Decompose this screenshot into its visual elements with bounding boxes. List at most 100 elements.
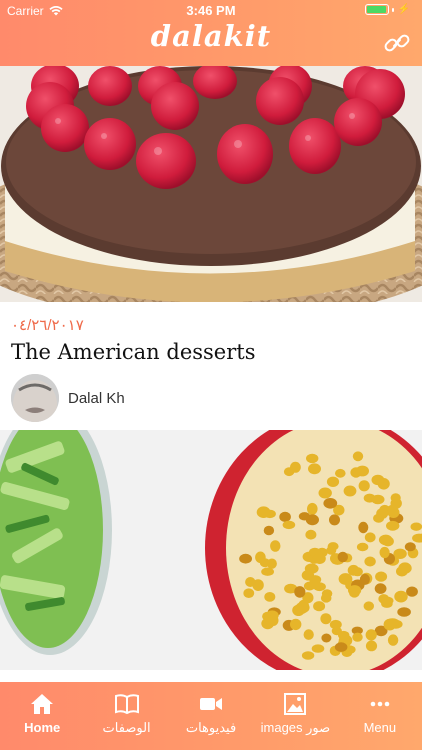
chickpea — [321, 633, 332, 643]
chickpea — [313, 582, 326, 592]
chickpea — [371, 474, 385, 486]
chickpea — [256, 506, 271, 518]
chickpea — [263, 525, 275, 536]
chickpea — [373, 513, 385, 523]
chickpea — [406, 586, 418, 597]
feed[interactable]: ٠٤/٢٦/٢٠١٧ The American desserts Dalal K… — [0, 66, 422, 682]
chickpea — [320, 593, 332, 603]
chickpea — [264, 592, 276, 602]
tab-menu[interactable]: Menu — [338, 682, 422, 750]
chickpea — [279, 511, 291, 522]
chickpea — [255, 551, 266, 564]
tab-label: images صور — [260, 720, 331, 735]
chickpea — [358, 521, 369, 534]
tab-label: Menu — [363, 720, 397, 735]
chickpea — [352, 451, 364, 462]
chickpea — [365, 640, 378, 652]
link-icon[interactable] — [382, 28, 412, 58]
post-card[interactable] — [0, 430, 422, 670]
chickpea — [404, 542, 416, 552]
chickpea — [320, 613, 332, 625]
chickpea — [387, 634, 399, 646]
chickpea — [393, 548, 407, 559]
chickpea — [329, 514, 340, 526]
chickpea — [331, 626, 342, 636]
chickpea — [394, 590, 408, 603]
top-bar: Carrier 3:46 PM ⚡ dalakit — [0, 0, 422, 66]
status-time: 3:46 PM — [186, 3, 236, 18]
post-image-rice-dish[interactable] — [0, 430, 422, 670]
chickpea — [352, 567, 363, 577]
chickpea — [358, 480, 370, 492]
chickpea — [326, 546, 337, 555]
tab-bar: Home الوصفات فيديوهات images صور Menu — [0, 682, 422, 750]
battery-level — [366, 6, 386, 13]
chickpea — [306, 453, 319, 464]
post-date: ٠٤/٢٦/٢٠١٧ — [11, 317, 84, 334]
avatar[interactable] — [11, 374, 59, 422]
post-meta: ٠٤/٢٦/٢٠١٧ The American desserts Dalal K… — [0, 302, 422, 430]
charging-icon: ⚡ — [397, 4, 410, 15]
chickpea — [270, 540, 281, 552]
chickpea — [348, 585, 362, 596]
chickpea — [355, 465, 369, 477]
card-separator — [0, 670, 422, 682]
chickpea — [282, 520, 296, 530]
chickpea — [266, 558, 277, 569]
chickpea — [386, 520, 400, 531]
chickpea — [243, 588, 255, 598]
author-name[interactable]: Dalal Kh — [68, 390, 125, 407]
tab-label: Home — [24, 720, 61, 735]
chickpea — [378, 534, 393, 546]
video-icon — [200, 698, 223, 710]
more-icon — [370, 701, 390, 707]
chickpea — [301, 570, 315, 581]
tab-images[interactable]: images صور — [253, 682, 337, 750]
book-icon — [114, 694, 139, 715]
chickpea — [292, 604, 305, 616]
chickpea — [323, 498, 338, 509]
chickpea — [267, 614, 279, 626]
tab-home[interactable]: Home — [0, 682, 84, 750]
chickpea — [364, 556, 376, 567]
chickpea — [375, 571, 388, 582]
chickpea — [307, 502, 318, 515]
chickpea — [365, 629, 377, 641]
chickpea — [335, 468, 346, 478]
chickpea — [261, 567, 274, 576]
chickpea — [379, 546, 390, 559]
chickpea — [374, 583, 387, 594]
chickpea — [308, 463, 321, 475]
chickpea — [313, 553, 326, 564]
chickpea — [239, 553, 253, 564]
chickpea — [363, 601, 374, 611]
post-card[interactable]: ٠٤/٢٦/٢٠١٧ The American desserts Dalal K… — [0, 66, 422, 430]
avatar-image — [11, 374, 59, 422]
chickpea — [383, 618, 396, 631]
tab-label: فيديوهات — [185, 720, 237, 735]
chickpea — [352, 632, 363, 642]
chickpea — [387, 507, 400, 518]
chickpea — [294, 586, 306, 598]
chickpea — [334, 642, 348, 652]
post-title[interactable]: The American desserts — [11, 340, 411, 364]
tab-label: الوصفات — [102, 720, 151, 735]
battery-cap — [391, 7, 394, 12]
battery-icon — [364, 4, 389, 15]
app-title: dalakit — [150, 19, 272, 53]
chickpea — [318, 487, 332, 499]
chickpea — [305, 514, 319, 526]
chickpea — [245, 577, 256, 587]
battery-indicator: ⚡ — [364, 4, 410, 15]
post-author[interactable]: Dalal Kh — [11, 374, 411, 422]
chickpea — [343, 485, 357, 497]
chickpea — [337, 551, 348, 563]
chickpea — [303, 629, 314, 640]
chickpea — [326, 476, 340, 487]
chickpea — [311, 644, 325, 653]
chickpea — [356, 542, 369, 552]
tab-recipes[interactable]: الوصفات — [84, 682, 168, 750]
status-bar: Carrier 3:46 PM ⚡ — [0, 0, 422, 20]
post-image-cheesecake[interactable] — [0, 66, 422, 302]
tab-videos[interactable]: فيديوهات — [169, 682, 253, 750]
